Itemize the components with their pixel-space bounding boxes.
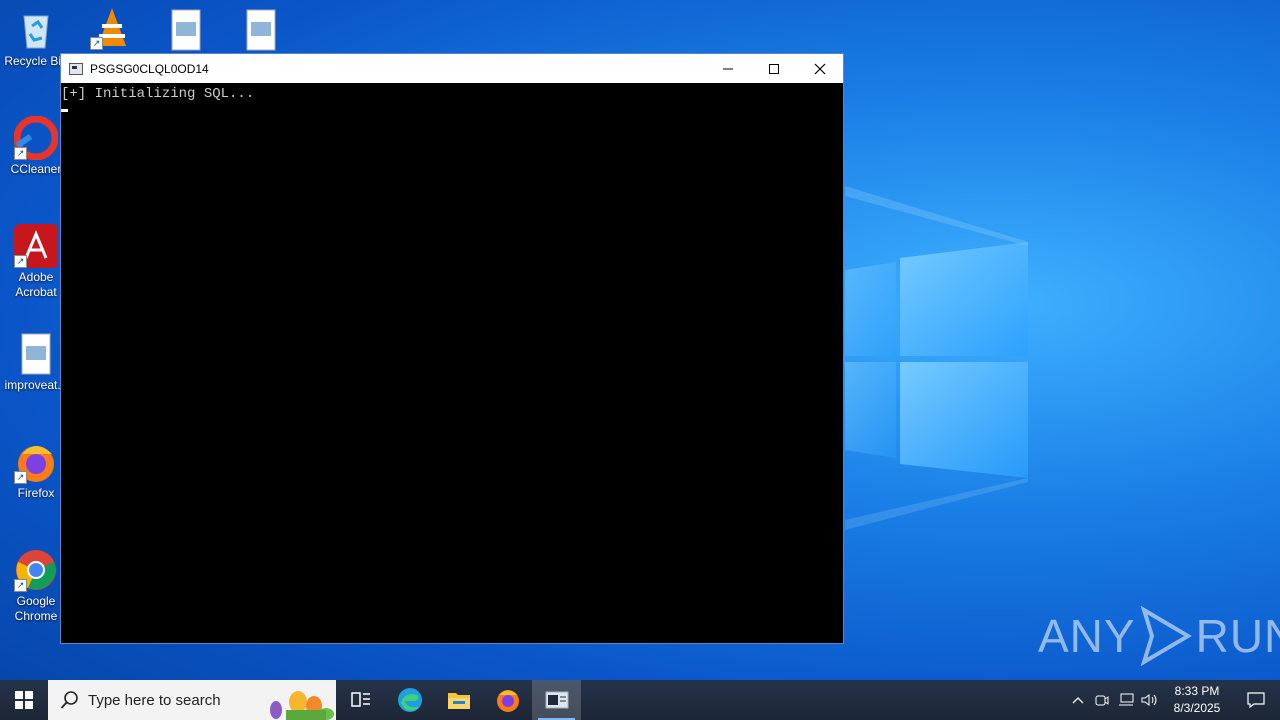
image-file-icon	[14, 332, 58, 376]
recycle-bin-icon	[14, 8, 58, 52]
watermark-left: ANY	[1038, 610, 1136, 662]
volume-icon	[1141, 694, 1157, 706]
close-icon	[814, 63, 826, 74]
taskbar-file-explorer[interactable]	[434, 680, 483, 720]
taskbar-firefox[interactable]	[483, 680, 532, 720]
image-file-icon	[164, 8, 208, 52]
search-icon	[60, 691, 78, 709]
search-box[interactable]: Type here to search	[48, 680, 336, 720]
tray-network[interactable]	[1114, 680, 1138, 720]
image-file-icon	[239, 8, 283, 52]
console-line: [+] Initializing SQL...	[61, 86, 255, 102]
console-icon	[545, 691, 568, 709]
console-output[interactable]: [+] Initializing SQL...	[61, 83, 843, 112]
shortcut-arrow-icon: ↗	[90, 37, 103, 50]
clock-time: 8:33 PM	[1174, 684, 1220, 698]
network-icon	[1119, 693, 1134, 706]
adobe-acrobat-icon: ↗	[14, 224, 58, 268]
firefox-icon	[496, 690, 519, 712]
task-view-button[interactable]	[336, 680, 385, 720]
minimize-icon	[723, 68, 733, 69]
shortcut-arrow-icon: ↗	[14, 255, 27, 268]
firefox-icon: ↗	[14, 440, 58, 484]
shortcut-arrow-icon: ↗	[14, 579, 27, 592]
title-bar[interactable]: PSGSG0CLQL0OD14	[61, 54, 843, 83]
window-title: PSGSG0CLQL0OD14	[90, 61, 209, 76]
vlc-icon: ↗	[90, 6, 134, 50]
maximize-icon	[769, 63, 779, 74]
taskbar-console[interactable]	[532, 680, 581, 720]
notification-icon	[1247, 692, 1265, 708]
text-cursor	[61, 109, 68, 112]
minimize-button[interactable]	[705, 54, 751, 83]
chevron-up-icon	[1072, 697, 1084, 704]
shortcut-arrow-icon: ↗	[14, 147, 27, 160]
clock[interactable]: 8:33 PM 8/3/2025	[1162, 683, 1232, 717]
start-button[interactable]	[0, 680, 48, 720]
edge-icon	[397, 688, 422, 712]
shortcut-arrow-icon: ↗	[14, 471, 27, 484]
play-logo-icon	[1140, 606, 1192, 666]
search-placeholder: Type here to search	[88, 691, 221, 709]
console-icon	[69, 62, 83, 75]
chrome-icon: ↗	[14, 548, 58, 592]
taskbar: Type here to search 8:33 PM 8/3/2025	[0, 680, 1280, 720]
task-view-icon	[350, 692, 370, 707]
notification-center-button[interactable]	[1232, 680, 1280, 720]
clock-date: 8/3/2025	[1173, 701, 1221, 715]
taskbar-edge[interactable]	[385, 680, 434, 720]
tray-volume[interactable]	[1138, 680, 1162, 720]
desktop-icon-image-1[interactable]	[150, 8, 222, 54]
file-explorer-icon	[447, 693, 470, 709]
close-button[interactable]	[797, 54, 843, 83]
console-window[interactable]: PSGSG0CLQL0OD14 [+] Initializing SQL...	[60, 53, 844, 644]
meet-now-icon	[1095, 695, 1109, 706]
windows-logo-icon	[15, 691, 33, 709]
maximize-button[interactable]	[751, 54, 797, 83]
tray-meet-now[interactable]	[1090, 680, 1114, 720]
flowers-decoration-icon	[270, 691, 334, 720]
desktop-icon-vlc[interactable]: ↗	[76, 6, 148, 52]
system-tray: 8:33 PM 8/3/2025	[1066, 680, 1280, 720]
show-hidden-icons-button[interactable]	[1066, 680, 1090, 720]
watermark-right: RUN	[1195, 610, 1280, 662]
desktop-icon-image-2[interactable]	[225, 8, 297, 54]
anyrun-watermark: ANY RUN	[1038, 606, 1280, 666]
ccleaner-icon: ↗	[13, 115, 59, 161]
